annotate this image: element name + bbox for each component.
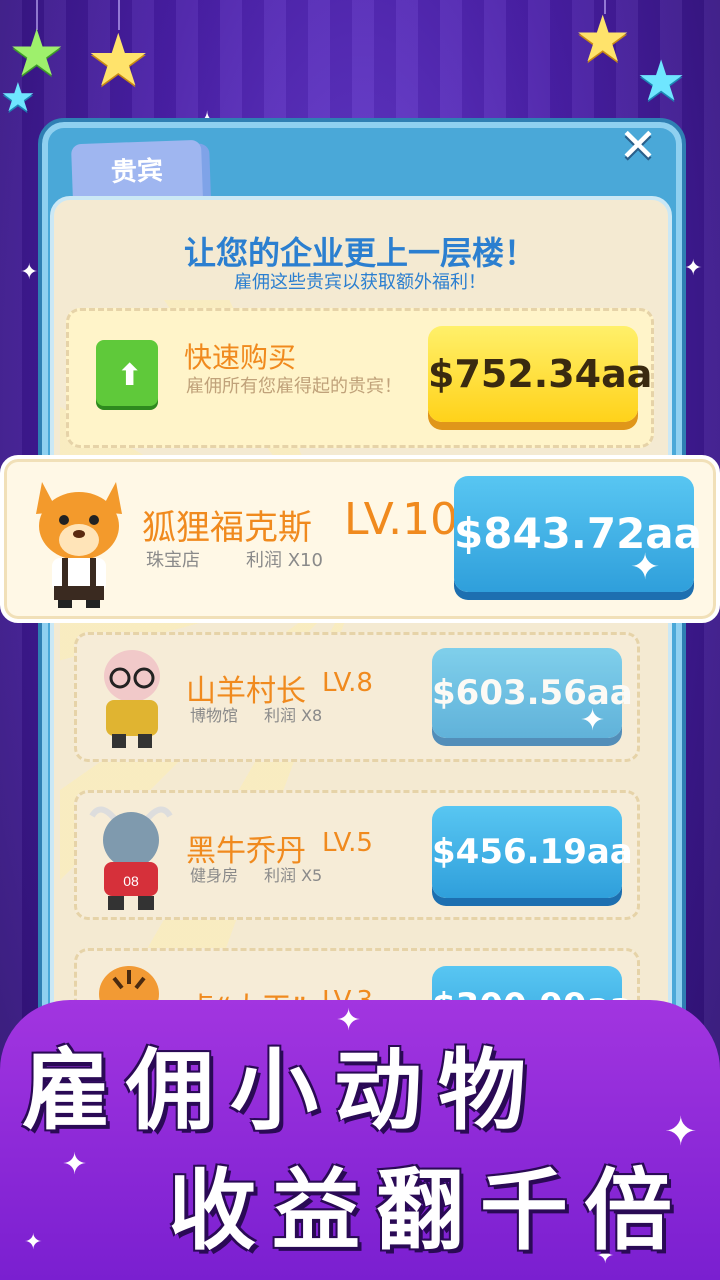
sparkle-icon: ✦ [630,547,661,588]
vip-level: LV.8 [322,668,373,698]
hire-ox-button[interactable]: $456.19aa [432,806,633,898]
sparkle-icon: ✦ [580,703,606,738]
vip-profit: 利润 X10 [246,550,323,571]
fox-avatar [36,482,122,608]
star-icon: ★ [0,75,36,121]
vip-place: 健身房 [190,866,239,885]
goat-avatar [104,650,160,748]
star-icon: ★ [636,49,687,114]
vip-level: LV.10 [344,494,459,545]
vip-name: 狐狸福克斯 [142,508,312,548]
banner-line-2: 收益翻千倍 [168,1159,689,1262]
arrow-up-icon: ⬆ [117,358,143,393]
sparkle-icon: ✦ [62,1147,88,1182]
sparkle-icon: ✦ [24,1230,43,1255]
vip-level: LV.5 [322,828,373,858]
star-icon: ★ [574,3,632,77]
star-icon: ★ [86,18,151,102]
vip-profit: 利润 X5 [264,866,323,885]
tab-vip[interactable]: 贵宾 [70,139,204,205]
quick-buy-description: 雇佣所有您雇得起的贵宾！ [186,376,402,397]
ox-avatar: 08 [89,806,173,910]
vip-place: 博物馆 [190,706,239,725]
banner-line-1: 雇佣小动物 [22,1039,543,1142]
quick-buy-title: 快速购买 [184,341,297,374]
vip-place: 珠宝店 [146,550,200,571]
quick-buy-button[interactable]: $752.34aa [428,326,652,422]
jersey-number: 08 [123,873,139,889]
tab-vip-label: 贵宾 [110,156,164,188]
close-icon[interactable]: ✕ [615,122,661,168]
page-subtitle: 雇佣这些贵宾以获取额外福利！ [234,272,486,293]
vip-profit: 利润 X8 [264,706,323,725]
